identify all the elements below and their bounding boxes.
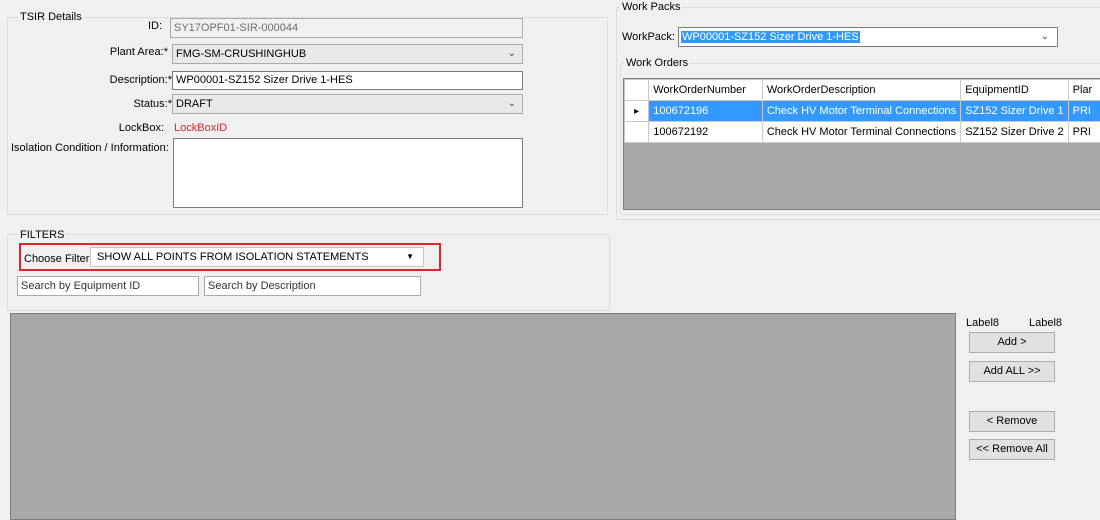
table-row[interactable]: ▸ 100672196 Check HV Motor Terminal Conn…: [625, 101, 1100, 122]
work-order-equipment[interactable]: SZ152 Sizer Drive 2: [961, 122, 1068, 143]
row-indicator-icon: ▸: [625, 101, 649, 122]
work-orders-header-row: WorkOrderNumber WorkOrderDescription Equ…: [625, 80, 1100, 101]
column-header[interactable]: Plar: [1068, 80, 1100, 101]
highlight-box: [19, 243, 441, 271]
description-label: Description:*: [60, 73, 172, 87]
work-order-description[interactable]: Check HV Motor Terminal Connections: [762, 101, 960, 122]
work-orders-legend: Work Orders: [624, 57, 690, 69]
column-header[interactable]: EquipmentID: [961, 80, 1068, 101]
description-input[interactable]: WP00001-SZ152 Sizer Drive 1-HES: [172, 71, 523, 90]
points-grid: [10, 313, 956, 520]
work-order-plant[interactable]: PRI: [1068, 101, 1100, 122]
add-all-button[interactable]: Add ALL >>: [969, 361, 1055, 382]
lockbox-value[interactable]: LockBoxID: [174, 121, 227, 135]
work-orders-grid: WorkOrderNumber WorkOrderDescription Equ…: [623, 78, 1100, 210]
work-order-equipment[interactable]: SZ152 Sizer Drive 1: [961, 101, 1068, 122]
chevron-down-icon: ⌄: [508, 95, 516, 113]
work-orders-table: WorkOrderNumber WorkOrderDescription Equ…: [624, 79, 1100, 143]
remove-all-button[interactable]: << Remove All: [969, 439, 1055, 460]
lockbox-label: LockBox:: [60, 121, 164, 135]
label8-b: Label8: [1029, 317, 1062, 329]
row-header: [625, 122, 649, 143]
column-header[interactable]: WorkOrderNumber: [649, 80, 763, 101]
id-field: SY17OPF01-SIR-000044: [170, 18, 523, 38]
tsir-details-legend: TSIR Details: [18, 11, 84, 23]
add-button[interactable]: Add >: [969, 332, 1055, 353]
filters-legend: FILTERS: [18, 229, 66, 241]
column-header[interactable]: WorkOrderDescription: [762, 80, 960, 101]
plant-area-value: FMG-SM-CRUSHINGHUB: [176, 48, 306, 60]
status-value: DRAFT: [176, 98, 213, 110]
remove-button[interactable]: < Remove: [969, 411, 1055, 432]
row-header-corner: [625, 80, 649, 101]
workpack-select[interactable]: WP00001-SZ152 Sizer Drive 1-HES ⌄: [678, 27, 1058, 47]
status-label: Status:*: [60, 97, 172, 111]
work-order-description[interactable]: Check HV Motor Terminal Connections: [762, 122, 960, 143]
work-order-plant[interactable]: PRI: [1068, 122, 1100, 143]
chevron-down-icon: ⌄: [1041, 28, 1049, 46]
status-select[interactable]: DRAFT ⌄: [172, 94, 523, 114]
work-order-number[interactable]: 100672192: [649, 122, 763, 143]
id-label: ID:: [90, 19, 162, 33]
workpack-label: WorkPack:: [622, 30, 675, 44]
isolation-textarea[interactable]: [173, 138, 523, 208]
isolation-label: Isolation Condition / Information:: [11, 141, 169, 155]
search-description-input[interactable]: Search by Description: [204, 276, 421, 296]
plant-area-label: Plant Area:*: [60, 45, 168, 59]
label8-a: Label8: [966, 317, 999, 329]
table-row[interactable]: 100672192 Check HV Motor Terminal Connec…: [625, 122, 1100, 143]
chevron-down-icon: ⌄: [508, 45, 516, 63]
work-packs-legend: Work Packs: [620, 1, 682, 13]
workpack-value: WP00001-SZ152 Sizer Drive 1-HES: [681, 31, 860, 43]
search-equipment-input[interactable]: Search by Equipment ID: [17, 276, 199, 296]
plant-area-select[interactable]: FMG-SM-CRUSHINGHUB ⌄: [172, 44, 523, 64]
work-order-number[interactable]: 100672196: [649, 101, 763, 122]
